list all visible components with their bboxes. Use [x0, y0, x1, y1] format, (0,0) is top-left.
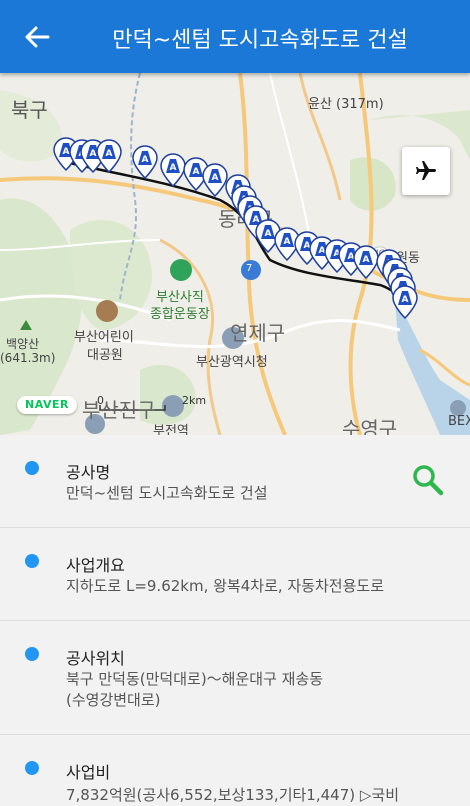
page-title: 만덕~센텀 도시고속화도로 건설: [112, 28, 408, 53]
airplane-mode-button[interactable]: [402, 147, 450, 195]
bullet-dot: [25, 554, 39, 568]
map-view[interactable]: 북구 윤산 (317m) 동래구 원동 IC 부산사직 종합운동장 부산어린이 …: [0, 73, 470, 435]
detail-label: 사업개요: [66, 556, 125, 575]
search-button[interactable]: [410, 462, 446, 498]
app-bar: 만덕~센텀 도시고속화도로 건설: [0, 0, 470, 73]
bullet-dot: [25, 647, 39, 661]
search-icon: [413, 465, 444, 496]
route-marker[interactable]: A: [202, 163, 228, 198]
svg-text:A: A: [170, 163, 177, 173]
route-marker[interactable]: A: [160, 153, 186, 188]
detail-value: 7,832억원(공사6,552,보상133,기타1,447) ▷국비: [66, 786, 400, 804]
airplane-icon: [416, 161, 436, 180]
detail-item-name: 공사명 만덕~센텀 도시고속화도로 건설: [0, 435, 470, 528]
details-list: 공사명 만덕~센텀 도시고속화도로 건설 사업개요 지하도로 L=9.62km,…: [0, 435, 470, 805]
arrow-left-icon: [25, 26, 50, 48]
svg-text:A: A: [106, 149, 113, 159]
svg-text:A: A: [212, 173, 219, 183]
detail-item-overview: 사업개요 지하도로 L=9.62km, 왕복4차로, 자동차전용도로: [0, 528, 470, 621]
detail-value: 지하도로 L=9.62km, 왕복4차로, 자동차전용도로: [66, 577, 385, 595]
detail-value: 북구 만덕동(만덕대로)～해운대구 재송동(수영강변대로): [66, 670, 324, 709]
svg-text:A: A: [142, 155, 149, 165]
svg-text:A: A: [63, 147, 70, 157]
detail-value: 만덕~센텀 도시고속화도로 건설: [66, 484, 268, 502]
route-marker[interactable]: A: [132, 145, 158, 180]
bullet-dot: [25, 461, 39, 475]
detail-label: 공사명: [66, 463, 111, 482]
route-markers: AAAAAAAAAAAAAAAAAAAAAAAA: [53, 137, 418, 320]
svg-text:A: A: [402, 295, 409, 305]
detail-item-location: 공사위치 북구 만덕동(만덕대로)～해운대구 재송동(수영강변대로): [0, 621, 470, 735]
svg-text:A: A: [253, 215, 260, 225]
route-marker[interactable]: A: [96, 139, 122, 174]
detail-label: 공사위치: [66, 649, 125, 668]
detail-item-budget: 사업비 7,832억원(공사6,552,보상133,기타1,447) ▷국비: [0, 735, 470, 805]
route-marker[interactable]: A: [353, 245, 379, 280]
svg-text:A: A: [265, 229, 272, 239]
svg-text:A: A: [90, 149, 97, 159]
svg-text:A: A: [363, 255, 370, 265]
svg-text:A: A: [284, 237, 291, 247]
route-marker[interactable]: A: [392, 285, 418, 320]
svg-text:A: A: [193, 167, 200, 177]
detail-label: 사업비: [66, 763, 111, 782]
back-button[interactable]: [20, 20, 54, 54]
bullet-dot: [25, 761, 39, 775]
